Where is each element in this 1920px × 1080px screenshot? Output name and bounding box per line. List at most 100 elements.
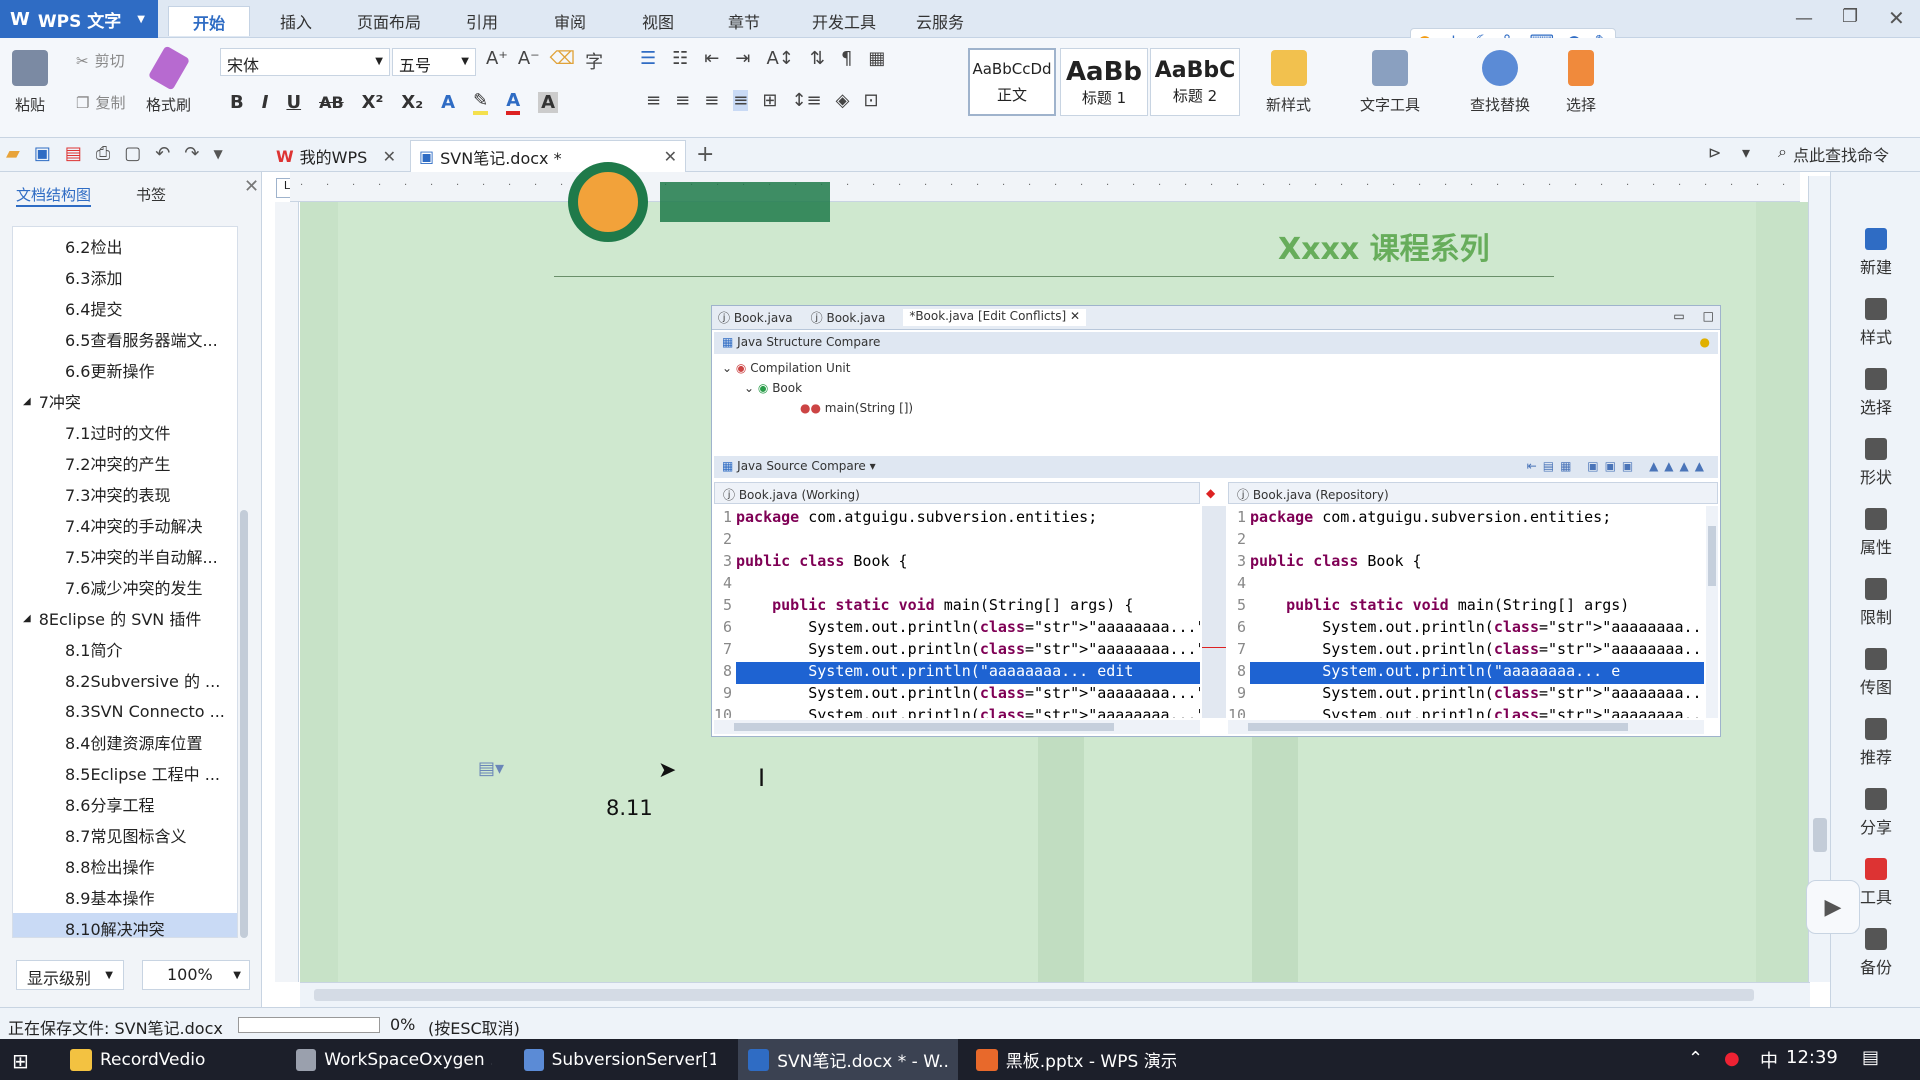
align-center-icon[interactable]: ≡: [675, 90, 690, 111]
editor-tab[interactable]: ⓙ Book.java: [811, 309, 886, 326]
maximize-button[interactable]: ❐: [1842, 6, 1858, 27]
superscript-button[interactable]: X²: [362, 92, 384, 113]
tab-bookmarks[interactable]: 书签: [136, 184, 166, 205]
text-effect-button[interactable]: A: [441, 92, 455, 113]
horizontal-scrollbar[interactable]: [1228, 720, 1704, 734]
redo-icon[interactable]: ↷: [184, 143, 199, 164]
minimize-icon[interactable]: ▭: [1673, 309, 1684, 326]
phonetic-icon[interactable]: 字: [585, 48, 603, 74]
decrease-indent-icon[interactable]: ⇤: [704, 48, 719, 69]
export-pdf-icon[interactable]: ▤: [65, 143, 82, 164]
paste-button[interactable]: 粘贴: [12, 50, 48, 115]
char-shading-button[interactable]: A: [538, 92, 559, 113]
highlight-button[interactable]: ✎: [473, 90, 489, 115]
outline-item[interactable]: 8.4创建资源库位置: [13, 727, 237, 757]
line-spacing-icon[interactable]: ↕≡: [791, 90, 821, 111]
side-tool-3[interactable]: 形状: [1831, 438, 1920, 488]
chevron-down-icon[interactable]: ▼: [213, 147, 222, 164]
outline-item[interactable]: 6.5查看服务器端文...: [13, 324, 237, 354]
subscript-button[interactable]: X₂: [401, 92, 423, 113]
app-menu-button[interactable]: W WPS 文字 ▼: [0, 0, 158, 38]
text-tools-button[interactable]: 文字工具: [1360, 50, 1420, 115]
outline-item[interactable]: ◢ 7冲突: [13, 386, 237, 416]
outline-item[interactable]: 8.1简介: [13, 634, 237, 664]
taskbar-item[interactable]: SVN笔记.docx * - W...: [738, 1039, 958, 1080]
style-normal[interactable]: AaBbCcDd 正文: [968, 48, 1056, 116]
undo-icon[interactable]: ↶: [155, 143, 170, 164]
tab-page-layout[interactable]: 页面布局: [344, 6, 434, 36]
skin-icon[interactable]: ▾: [1742, 143, 1750, 162]
expand-toggle-icon[interactable]: ◢: [23, 396, 31, 407]
taskbar-item[interactable]: SubversionServer[1...: [514, 1039, 726, 1080]
italic-button[interactable]: I: [262, 92, 269, 113]
grow-font-icon[interactable]: A⁺: [486, 48, 508, 74]
section-heading[interactable]: 8.11: [606, 796, 653, 820]
show-marks-icon[interactable]: ¶: [841, 48, 852, 69]
new-style-button[interactable]: 新样式: [1266, 50, 1311, 115]
horizontal-scrollbar[interactable]: [300, 982, 1810, 1007]
horizontal-scrollbar[interactable]: [714, 720, 1200, 734]
save-icon[interactable]: ▣: [34, 143, 51, 164]
outline-item[interactable]: 7.2冲突的产生: [13, 448, 237, 478]
tree-node[interactable]: ⌄ ◉ Book: [722, 378, 913, 398]
underline-button[interactable]: U: [286, 92, 301, 113]
pin-icon[interactable]: ⊳: [1708, 143, 1721, 162]
taskbar-item[interactable]: RecordVedio: [60, 1039, 270, 1080]
print-icon[interactable]: ⎙: [96, 143, 110, 164]
outline-item[interactable]: 7.6减少冲突的发生: [13, 572, 237, 602]
display-level-select[interactable]: 显示级别 ▼: [16, 960, 124, 990]
tab-insert[interactable]: 插入: [256, 6, 336, 36]
outline-item[interactable]: 8.10解决冲突: [13, 913, 237, 937]
tab-home[interactable]: 开始: [168, 6, 250, 36]
cut-button[interactable]: ✂ 剪切: [76, 50, 125, 71]
vertical-scrollbar[interactable]: [1706, 506, 1718, 718]
tree-node[interactable]: ●● main(String []): [722, 398, 913, 418]
outline-item[interactable]: 8.3SVN Connecto ...: [13, 696, 237, 726]
distribute-icon[interactable]: ⊞: [762, 90, 777, 111]
new-tab-button[interactable]: +: [696, 142, 714, 167]
ime-indicator[interactable]: 中: [1760, 1047, 1778, 1073]
open-folder-icon[interactable]: ▰: [6, 143, 20, 164]
sort-icon[interactable]: ⇅: [810, 48, 825, 69]
outline-item[interactable]: 6.6更新操作: [13, 355, 237, 385]
working-code-pane[interactable]: 1 package com.atguigu.subversion.entities…: [714, 506, 1200, 718]
outline-item[interactable]: 7.4冲突的手动解决: [13, 510, 237, 540]
print-preview-icon[interactable]: ▢: [124, 143, 141, 164]
style-heading-2[interactable]: AaBbC 标题 2: [1150, 48, 1240, 116]
side-tool-10[interactable]: 备份: [1831, 928, 1920, 978]
outline-item[interactable]: 6.4提交: [13, 293, 237, 323]
clock[interactable]: 12:39: [1786, 1047, 1838, 1068]
tree-node[interactable]: ⌄ ◉ Compilation Unit: [722, 358, 913, 378]
tab-my-wps[interactable]: W 我的WPS ✕: [268, 140, 404, 172]
close-button[interactable]: ✕: [1888, 6, 1905, 30]
outline-item[interactable]: ◢ 8Eclipse 的 SVN 插件: [13, 603, 237, 633]
outline-item[interactable]: 7.1过时的文件: [13, 417, 237, 447]
justify-icon[interactable]: ≡: [733, 90, 749, 111]
tab-chapter[interactable]: 章节: [706, 6, 782, 36]
close-panel-icon[interactable]: ✕: [244, 176, 259, 197]
tray-app-icon[interactable]: ●: [1724, 1048, 1740, 1069]
strikethrough-button[interactable]: AB: [319, 93, 344, 112]
select-button[interactable]: 选择: [1566, 50, 1596, 115]
tab-cloud[interactable]: 云服务: [900, 6, 980, 36]
close-icon[interactable]: ✕: [1070, 309, 1080, 323]
style-heading-1[interactable]: AaBb 标题 1: [1060, 48, 1148, 116]
editor-tab-active[interactable]: *Book.java [Edit Conflicts] ✕: [903, 309, 1087, 326]
bullet-list-icon[interactable]: ☰: [640, 48, 656, 69]
repository-code-pane[interactable]: 1 package com.atguigu.subversion.entities…: [1228, 506, 1704, 718]
tab-developer[interactable]: 开发工具: [794, 6, 894, 36]
zoom-select[interactable]: 100% ▼: [142, 960, 250, 990]
paste-options-icon[interactable]: ▤▾: [478, 758, 504, 779]
increase-indent-icon[interactable]: ⇥: [735, 48, 750, 69]
side-tool-4[interactable]: 属性: [1831, 508, 1920, 558]
align-left-icon[interactable]: ≡: [646, 90, 661, 111]
text-direction-icon[interactable]: A↕: [766, 48, 793, 69]
outline-item[interactable]: 8.7常见图标含义: [13, 820, 237, 850]
horizontal-ruler[interactable]: · · · · · · · · · · · · · · · · · · · · · · · · · · · · · · · · · · · · · · · ·…: [290, 172, 1800, 202]
find-replace-button[interactable]: 查找替换: [1470, 50, 1530, 115]
shrink-font-icon[interactable]: A⁻: [518, 48, 540, 74]
document-scrollbar[interactable]: [1808, 176, 1830, 982]
vertical-ruler[interactable]: [275, 202, 299, 982]
minimize-button[interactable]: —: [1795, 8, 1813, 29]
outline-item[interactable]: 8.9基本操作: [13, 882, 237, 912]
